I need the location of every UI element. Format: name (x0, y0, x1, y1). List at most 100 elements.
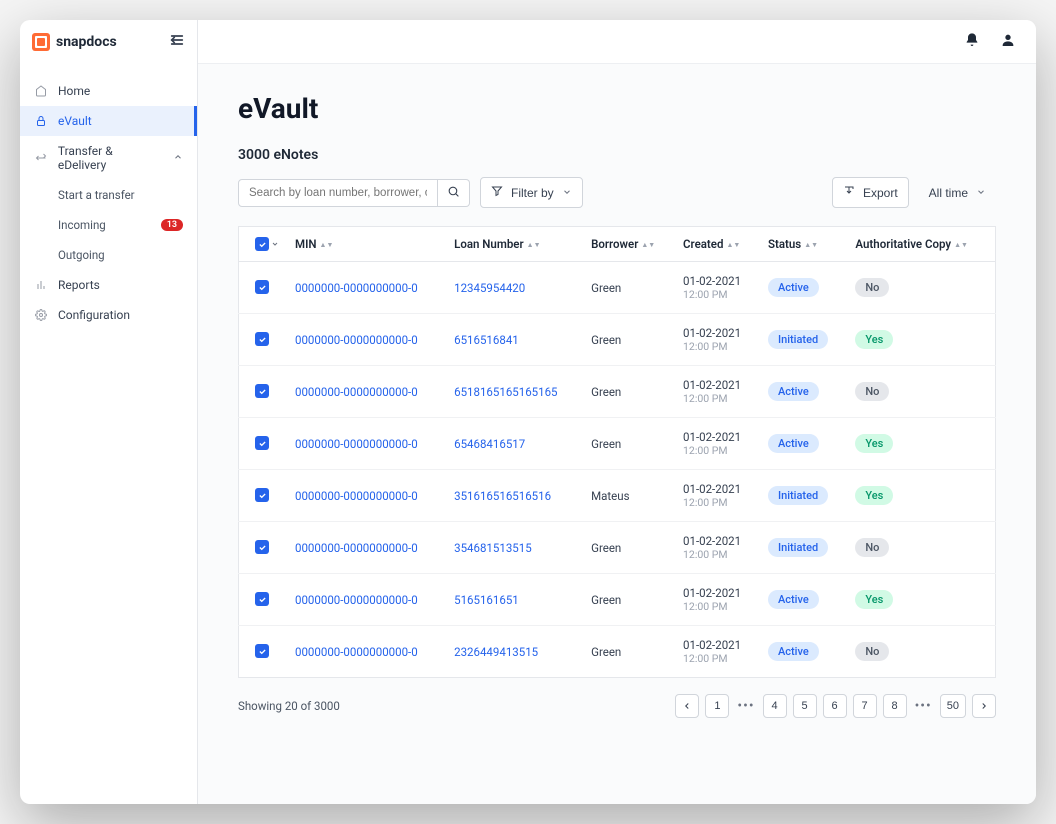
min-cell[interactable]: 0000000-0000000000-0 (287, 522, 446, 574)
borrower-cell: Green (583, 262, 675, 314)
status-badge: Initiated (768, 538, 828, 557)
home-icon (34, 84, 48, 98)
loan-number-cell[interactable]: 351616516516516 (446, 470, 583, 522)
sidebar-item-label: Incoming (58, 218, 106, 232)
status-cell: Active (760, 262, 847, 314)
min-cell[interactable]: 0000000-0000000000-0 (287, 626, 446, 678)
pager-prev[interactable] (675, 694, 699, 718)
status-cell: Active (760, 366, 847, 418)
row-checkbox[interactable] (255, 592, 269, 606)
min-cell[interactable]: 0000000-0000000000-0 (287, 574, 446, 626)
authcopy-cell: No (847, 262, 995, 314)
gear-icon (34, 308, 48, 322)
pager-page[interactable]: 7 (853, 694, 877, 718)
col-header-created[interactable]: Created▲▼ (675, 227, 760, 262)
sidebar-item-outgoing[interactable]: Outgoing (58, 240, 197, 270)
min-cell[interactable]: 0000000-0000000000-0 (287, 262, 446, 314)
authcopy-cell: No (847, 522, 995, 574)
brand-logo[interactable]: snapdocs (32, 33, 117, 51)
pager-page[interactable]: 50 (940, 694, 966, 718)
sidebar-item-configuration[interactable]: Configuration (20, 300, 197, 330)
status-cell: Initiated (760, 470, 847, 522)
table-row: 0000000-0000000000-0 6516516841 Green 01… (239, 314, 996, 366)
table-row: 0000000-0000000000-0 12345954420 Green 0… (239, 262, 996, 314)
col-header-status[interactable]: Status▲▼ (760, 227, 847, 262)
pager-page[interactable]: 1 (705, 694, 729, 718)
authcopy-cell: Yes (847, 418, 995, 470)
time-filter-label: All time (929, 186, 968, 200)
sidebar-item-transfer[interactable]: Transfer & eDelivery (20, 136, 197, 180)
user-icon[interactable] (1000, 32, 1016, 52)
borrower-cell: Mateus (583, 470, 675, 522)
created-cell: 01-02-2021 12:00 PM (675, 626, 760, 678)
select-all-checkbox[interactable] (255, 237, 269, 251)
loan-number-cell[interactable]: 12345954420 (446, 262, 583, 314)
created-cell: 01-02-2021 12:00 PM (675, 574, 760, 626)
authcopy-badge: Yes (855, 486, 893, 505)
col-header-min[interactable]: MIN▲▼ (287, 227, 446, 262)
filter-button[interactable]: Filter by (480, 177, 583, 208)
loan-number-cell[interactable]: 6516516841 (446, 314, 583, 366)
export-button[interactable]: Export (832, 177, 909, 208)
created-cell: 01-02-2021 12:00 PM (675, 366, 760, 418)
row-checkbox[interactable] (255, 384, 269, 398)
min-cell[interactable]: 0000000-0000000000-0 (287, 418, 446, 470)
min-cell[interactable]: 0000000-0000000000-0 (287, 366, 446, 418)
row-checkbox[interactable] (255, 332, 269, 346)
loan-number-cell[interactable]: 65468416517 (446, 418, 583, 470)
search-group (238, 179, 470, 207)
sidebar-nav: Home eVault Transfer & eDelivery (20, 64, 197, 330)
lock-icon (34, 114, 48, 128)
pager: 1 ••• 4 5 6 7 8 ••• 50 (675, 694, 996, 718)
created-cell: 01-02-2021 12:00 PM (675, 470, 760, 522)
app-window: snapdocs Home eVault (20, 20, 1036, 804)
sidebar-item-evault[interactable]: eVault (20, 106, 197, 136)
borrower-cell: Green (583, 522, 675, 574)
status-cell: Active (760, 418, 847, 470)
table-row: 0000000-0000000000-0 6518165165165165 Gr… (239, 366, 996, 418)
authcopy-badge: No (855, 278, 889, 297)
time-filter-button[interactable]: All time (919, 179, 996, 207)
pager-page[interactable]: 4 (763, 694, 787, 718)
loan-number-cell[interactable]: 2326449413515 (446, 626, 583, 678)
sidebar-item-home[interactable]: Home (20, 76, 197, 106)
borrower-cell: Green (583, 626, 675, 678)
borrower-cell: Green (583, 314, 675, 366)
status-badge: Active (768, 590, 819, 609)
min-cell[interactable]: 0000000-0000000000-0 (287, 470, 446, 522)
loan-number-cell[interactable]: 354681513515 (446, 522, 583, 574)
row-checkbox[interactable] (255, 488, 269, 502)
sidebar-item-start-transfer[interactable]: Start a transfer (58, 180, 197, 210)
sidebar-collapse-icon[interactable] (169, 32, 185, 52)
authcopy-cell: Yes (847, 314, 995, 366)
loan-number-cell[interactable]: 5165161651 (446, 574, 583, 626)
row-checkbox[interactable] (255, 644, 269, 658)
status-badge: Initiated (768, 330, 828, 349)
search-button[interactable] (438, 179, 470, 207)
row-checkbox[interactable] (255, 280, 269, 294)
sidebar-item-incoming[interactable]: Incoming 13 (58, 210, 197, 240)
page-subtitle: 3000 eNotes (238, 147, 996, 163)
col-header-borrower[interactable]: Borrower▲▼ (583, 227, 675, 262)
status-cell: Initiated (760, 522, 847, 574)
logo-icon (32, 33, 50, 51)
controls-row: Filter by Export All time (238, 177, 996, 208)
sidebar-item-reports[interactable]: Reports (20, 270, 197, 300)
pager-ellipsis: ••• (913, 698, 934, 714)
col-header-authcopy[interactable]: Authoritative Copy▲▼ (847, 227, 995, 262)
min-cell[interactable]: 0000000-0000000000-0 (287, 314, 446, 366)
col-header-loan[interactable]: Loan Number▲▼ (446, 227, 583, 262)
pager-next[interactable] (972, 694, 996, 718)
pager-page[interactable]: 6 (823, 694, 847, 718)
status-cell: Initiated (760, 314, 847, 366)
search-input[interactable] (238, 179, 438, 207)
pager-page[interactable]: 5 (793, 694, 817, 718)
loan-number-cell[interactable]: 6518165165165165 (446, 366, 583, 418)
chevron-down-icon[interactable] (271, 237, 279, 251)
bell-icon[interactable] (964, 32, 980, 52)
row-checkbox[interactable] (255, 540, 269, 554)
created-cell: 01-02-2021 12:00 PM (675, 522, 760, 574)
row-checkbox[interactable] (255, 436, 269, 450)
authcopy-cell: No (847, 366, 995, 418)
pager-page[interactable]: 8 (883, 694, 907, 718)
